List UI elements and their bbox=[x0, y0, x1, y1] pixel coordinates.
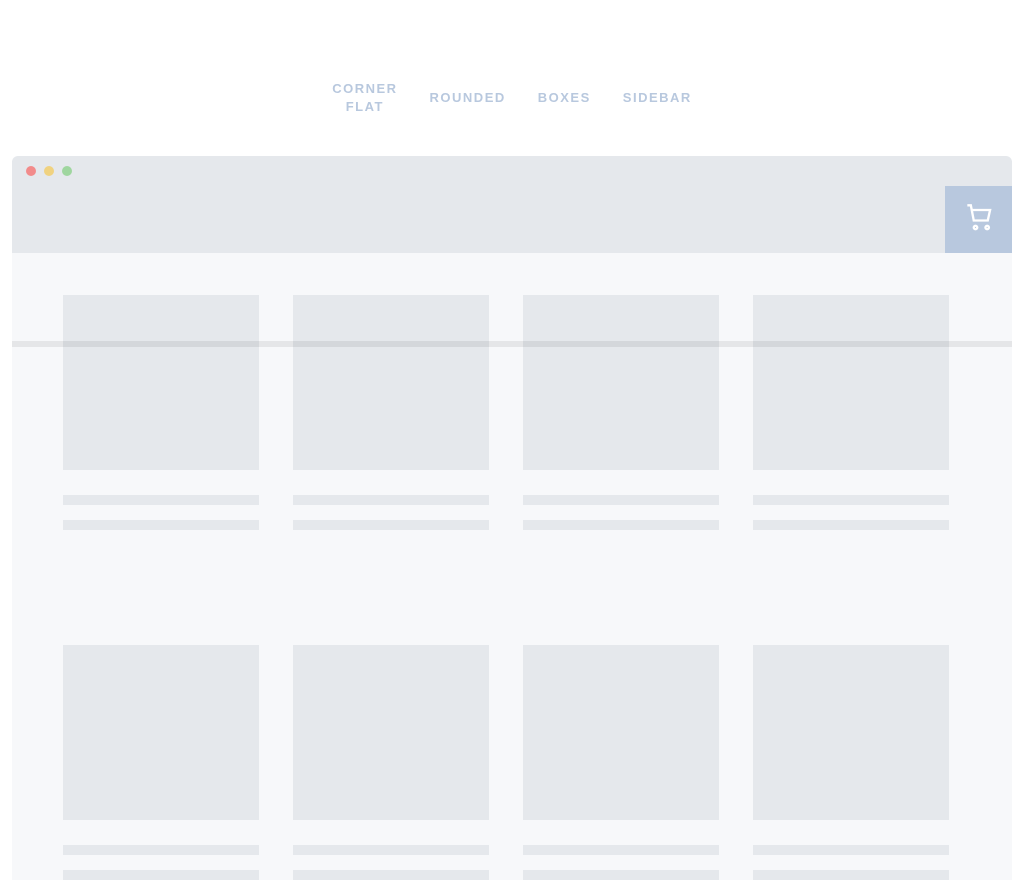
product-subtitle-placeholder bbox=[753, 870, 949, 880]
product-card[interactable] bbox=[753, 295, 949, 530]
product-subtitle-placeholder bbox=[293, 870, 489, 880]
product-image-placeholder bbox=[753, 645, 949, 820]
divider-overlay bbox=[12, 341, 1012, 347]
product-card[interactable] bbox=[523, 645, 719, 880]
product-card[interactable] bbox=[63, 295, 259, 530]
product-card[interactable] bbox=[753, 645, 949, 880]
product-title-placeholder bbox=[293, 495, 489, 505]
tab-boxes[interactable]: BOXES bbox=[538, 89, 591, 107]
product-title-placeholder bbox=[753, 495, 949, 505]
product-image-placeholder bbox=[753, 295, 949, 470]
product-subtitle-placeholder bbox=[63, 870, 259, 880]
product-image-placeholder bbox=[63, 295, 259, 470]
product-card[interactable] bbox=[63, 645, 259, 880]
product-image-placeholder bbox=[293, 295, 489, 470]
product-subtitle-placeholder bbox=[523, 870, 719, 880]
tab-rounded[interactable]: ROUNDED bbox=[430, 89, 506, 107]
product-subtitle-placeholder bbox=[523, 520, 719, 530]
traffic-light-minimize-icon bbox=[44, 166, 54, 176]
product-card[interactable] bbox=[293, 295, 489, 530]
store-body bbox=[12, 253, 1012, 880]
grid-row-gap bbox=[63, 564, 961, 611]
product-subtitle-placeholder bbox=[293, 520, 489, 530]
traffic-light-close-icon bbox=[26, 166, 36, 176]
product-card[interactable] bbox=[523, 295, 719, 530]
product-subtitle-placeholder bbox=[63, 520, 259, 530]
product-title-placeholder bbox=[293, 845, 489, 855]
cart-icon bbox=[965, 203, 993, 236]
product-subtitle-placeholder bbox=[753, 520, 949, 530]
browser-chrome bbox=[12, 156, 1012, 186]
product-title-placeholder bbox=[523, 845, 719, 855]
product-image-placeholder bbox=[293, 645, 489, 820]
layout-tab-bar: CORNER FLAT ROUNDED BOXES SIDEBAR bbox=[0, 0, 1024, 156]
browser-window bbox=[12, 156, 1012, 880]
product-title-placeholder bbox=[63, 845, 259, 855]
store-header bbox=[12, 186, 1012, 253]
product-title-placeholder bbox=[63, 495, 259, 505]
product-image-placeholder bbox=[63, 645, 259, 820]
product-title-placeholder bbox=[753, 845, 949, 855]
product-card[interactable] bbox=[293, 645, 489, 880]
product-image-placeholder bbox=[523, 295, 719, 470]
tab-corner-flat[interactable]: CORNER FLAT bbox=[332, 80, 397, 116]
product-title-placeholder bbox=[523, 495, 719, 505]
product-image-placeholder bbox=[523, 645, 719, 820]
traffic-light-maximize-icon bbox=[62, 166, 72, 176]
cart-button[interactable] bbox=[945, 186, 1012, 253]
product-grid bbox=[63, 295, 961, 880]
tab-sidebar[interactable]: SIDEBAR bbox=[623, 89, 692, 107]
